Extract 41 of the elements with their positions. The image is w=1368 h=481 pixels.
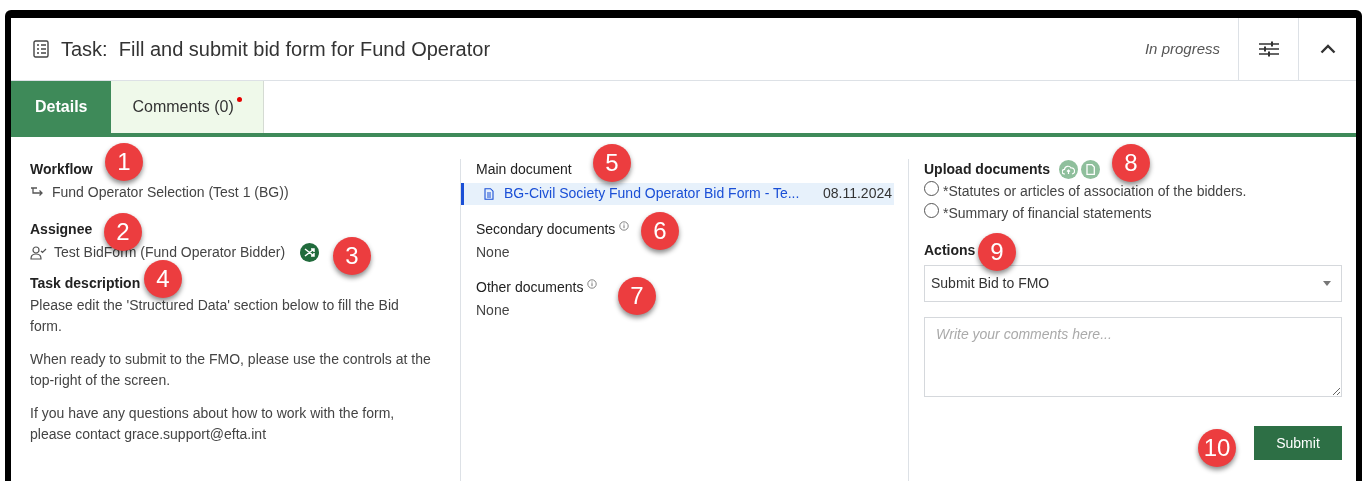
description-paragraph: Please edit the 'Structured Data' section below to fill the Bid form. [30, 296, 400, 336]
description-paragraph: When ready to submit to the FMO, please use the controls at the top-right of the screen. [30, 350, 432, 390]
info-icon [587, 278, 598, 289]
user-check-icon [30, 245, 47, 260]
radio-button[interactable] [924, 203, 939, 218]
info-icon [619, 220, 630, 231]
document-date: 08.11.2024 [822, 184, 892, 203]
tab[interactable]: Details [11, 81, 112, 133]
field-label: Assignee [30, 220, 93, 239]
field-label: Main document [476, 160, 572, 179]
field-value: None [476, 301, 510, 320]
actions-dropdown[interactable]: Submit Bid to FMO [924, 265, 1342, 302]
field-label: Other documents [476, 278, 584, 297]
upload-item-label: *Statutes or articles of association of the bidders. [943, 182, 1247, 201]
document-row[interactable]: BG-Civil Society Fund Operator Bid Form - Te... 08.11.2024 [461, 183, 894, 205]
comment-field[interactable]: Write your comments here... [924, 317, 1342, 397]
field-label: Actions [924, 241, 976, 260]
field-label: Workflow [30, 160, 93, 179]
workflow-icon [30, 187, 45, 198]
upload-item-label: *Summary of financial statements [943, 204, 1152, 223]
field-value: None [476, 243, 510, 262]
shuffle-icon [304, 247, 316, 258]
cloud-upload-icon [1062, 164, 1075, 175]
sliders-icon [1258, 41, 1279, 57]
workflow-value: Fund Operator Selection (Test 1 (BG)) [52, 183, 289, 202]
dropdown-caret-icon [1323, 281, 1331, 286]
document-icon [484, 188, 494, 200]
file-icon [1086, 164, 1095, 175]
field-label: Task description [30, 274, 141, 293]
checklist-icon [33, 40, 49, 58]
description-paragraph: If you have any questions about how to work with the form, please contact grace.support@efta.int [30, 404, 396, 444]
field-label: Secondary documents [476, 220, 616, 239]
reassign-button[interactable] [300, 243, 320, 262]
field-label: Upload documents [924, 160, 1050, 179]
status-text: In progress [1144, 38, 1221, 59]
submit-button[interactable]: Submit [1254, 426, 1342, 460]
document-link[interactable]: BG-Civil Society Fund Operator Bid Form - Te... [504, 183, 823, 204]
task-title: Task: Fill and submit bid form for Fund Operator [61, 37, 491, 62]
radio-button[interactable] [924, 181, 939, 196]
tab[interactable]: Comments (0) [111, 81, 264, 133]
chevron-up-icon [1319, 44, 1336, 54]
